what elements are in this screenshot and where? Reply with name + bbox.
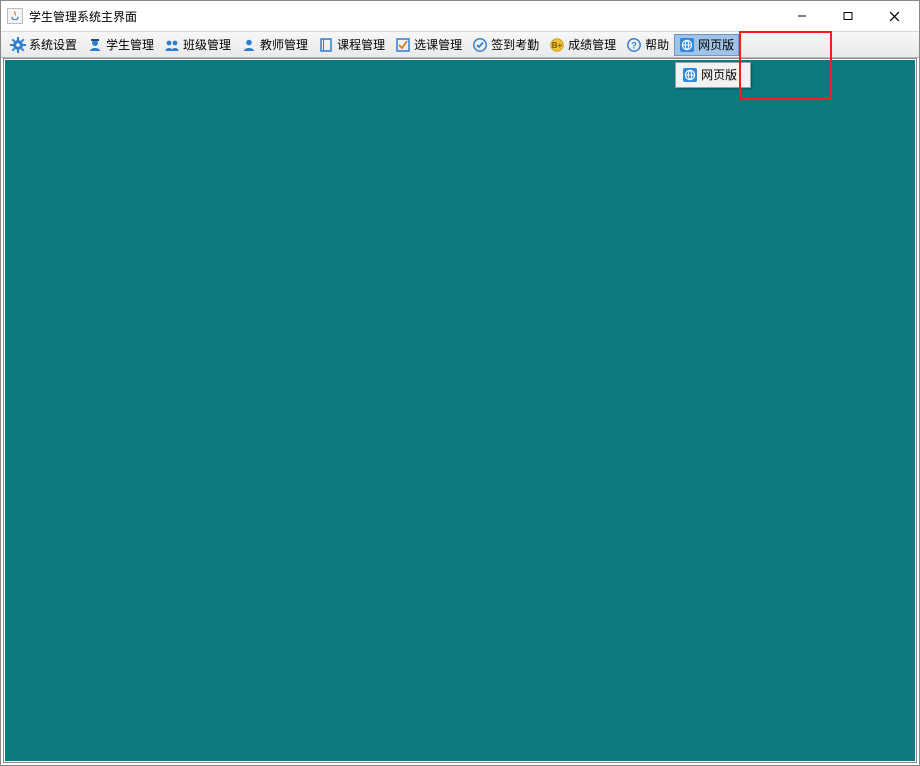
menu-teacher-management[interactable]: 教师管理: [236, 34, 313, 56]
menu-label: 教师管理: [260, 36, 308, 53]
content-area: [5, 60, 915, 761]
menu-label: 学生管理: [106, 36, 154, 53]
window-title: 学生管理系统主界面: [29, 8, 137, 25]
menu-label: 签到考勤: [491, 36, 539, 53]
menu-help[interactable]: ? 帮助: [621, 34, 674, 56]
menu-system-settings[interactable]: 系统设置: [5, 34, 82, 56]
menu-label: 课程管理: [337, 36, 385, 53]
menu-label: 网页版: [698, 36, 734, 53]
menu-label: 选课管理: [414, 36, 462, 53]
minimize-button[interactable]: [779, 1, 825, 31]
check-icon: [472, 37, 488, 53]
menu-web-version[interactable]: 网页版 网页版: [674, 34, 739, 56]
menu-label: 成绩管理: [568, 36, 616, 53]
menu-label: 系统设置: [29, 36, 77, 53]
window-frame: 学生管理系统主界面 系统设置 学生管理: [0, 0, 920, 766]
dropdown-item-label: 网页版: [701, 66, 737, 83]
menu-attendance[interactable]: 签到考勤: [467, 34, 544, 56]
grade-icon: B+: [549, 37, 565, 53]
menu-course-management[interactable]: 课程管理: [313, 34, 390, 56]
select-icon: [395, 37, 411, 53]
window-buttons: [779, 1, 917, 31]
student-icon: [87, 37, 103, 53]
book-icon: [318, 37, 334, 53]
menu-student-management[interactable]: 学生管理: [82, 34, 159, 56]
menu-class-management[interactable]: 班级管理: [159, 34, 236, 56]
svg-text:?: ?: [631, 40, 637, 50]
menu-elective-management[interactable]: 选课管理: [390, 34, 467, 56]
dropdown-item-web[interactable]: 网页版: [678, 65, 748, 85]
menubar: 系统设置 学生管理 班级管理 教师管理 课程管理: [1, 31, 919, 58]
menu-label: 班级管理: [183, 36, 231, 53]
content-panel: [3, 58, 917, 763]
web-icon: [679, 37, 695, 53]
close-button[interactable]: [871, 1, 917, 31]
menu-label: 帮助: [645, 36, 669, 53]
java-icon: [7, 8, 23, 24]
teacher-icon: [241, 37, 257, 53]
gear-icon: [10, 37, 26, 53]
web-dropdown: 网页版: [675, 62, 751, 88]
help-icon: ?: [626, 37, 642, 53]
svg-text:B+: B+: [552, 41, 563, 50]
menu-grade-management[interactable]: B+ 成绩管理: [544, 34, 621, 56]
maximize-button[interactable]: [825, 1, 871, 31]
titlebar: 学生管理系统主界面: [1, 1, 919, 31]
group-icon: [164, 37, 180, 53]
web-icon: [682, 67, 698, 83]
